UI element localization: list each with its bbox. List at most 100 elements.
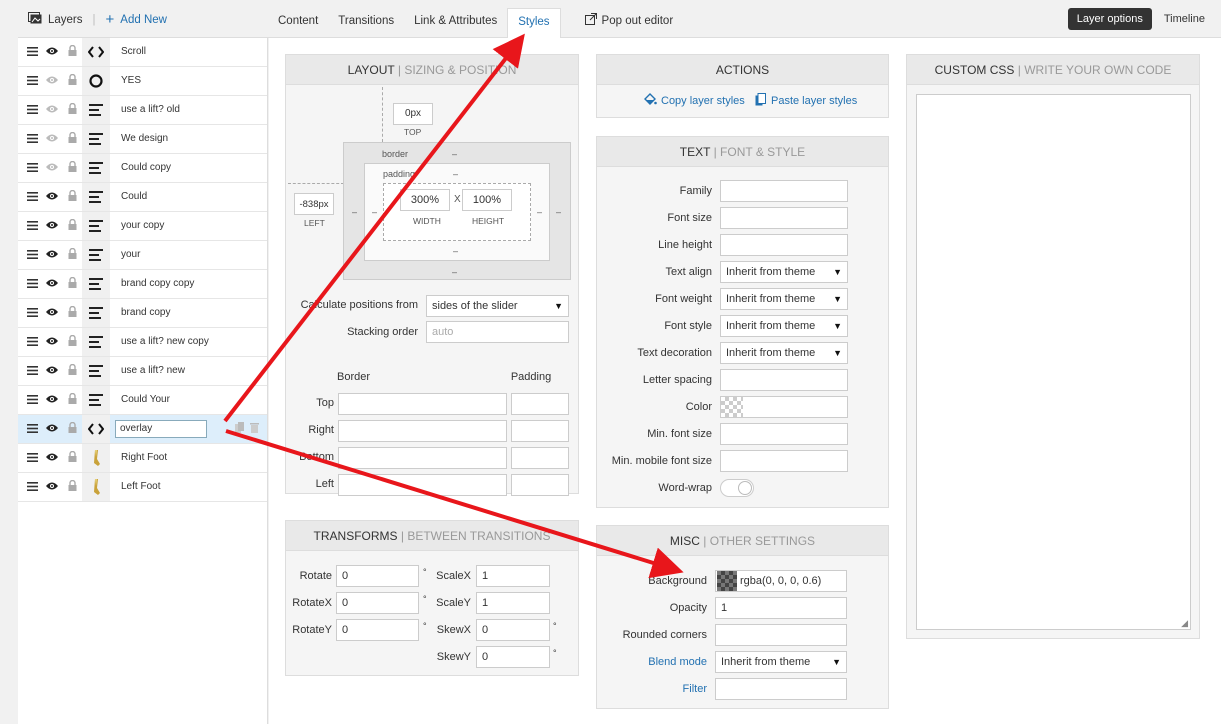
eye-icon[interactable] [44, 103, 60, 117]
lock-icon[interactable] [64, 334, 80, 349]
drag-handle-icon[interactable] [24, 335, 40, 349]
background-input[interactable]: rgba(0, 0, 0, 0.6) [715, 570, 847, 592]
eye-icon[interactable] [44, 422, 60, 436]
layer-row[interactable]: Scroll [18, 38, 267, 67]
left-input[interactable]: -838px [294, 193, 334, 215]
drag-handle-icon[interactable] [24, 103, 40, 117]
layer-row[interactable]: brand copy copy [18, 270, 267, 299]
border-left-value[interactable]: – [352, 207, 357, 217]
eye-icon[interactable] [44, 393, 60, 407]
plus-icon[interactable]: + [106, 12, 115, 27]
padding-right-value[interactable]: – [537, 207, 542, 217]
border-top-input[interactable] [338, 393, 507, 415]
eye-icon[interactable] [44, 74, 60, 88]
border-top-value[interactable]: – [452, 149, 457, 159]
drag-handle-icon[interactable] [24, 277, 40, 291]
border-right-input[interactable] [338, 420, 507, 442]
width-input[interactable]: 300% [400, 189, 450, 211]
pop-out-editor-button[interactable]: Pop out editor [575, 8, 684, 34]
resize-handle-icon[interactable]: ◢ [1181, 618, 1188, 629]
tab-transitions[interactable]: Transitions [328, 8, 404, 34]
line-height-input[interactable] [720, 234, 848, 256]
eye-icon[interactable] [44, 480, 60, 494]
lock-icon[interactable] [64, 247, 80, 262]
lock-icon[interactable] [64, 73, 80, 88]
calc-positions-select[interactable]: sides of the slider ▼ [426, 295, 569, 317]
layer-row[interactable]: Left Foot [18, 473, 267, 502]
duplicate-icon[interactable] [235, 422, 244, 436]
font-size-input[interactable] [720, 207, 848, 229]
skewx-input[interactable]: 0 [476, 619, 550, 641]
blend-mode-link[interactable]: Blend mode [597, 656, 707, 668]
eye-icon[interactable] [44, 277, 60, 291]
lock-icon[interactable] [64, 131, 80, 146]
rounded-corners-input[interactable] [715, 624, 847, 646]
drag-handle-icon[interactable] [24, 45, 40, 59]
layer-row[interactable]: brand copy [18, 299, 267, 328]
layer-options-button[interactable]: Layer options [1067, 8, 1152, 30]
drag-handle-icon[interactable] [24, 74, 40, 88]
height-input[interactable]: 100% [462, 189, 512, 211]
layer-row[interactable]: your copy [18, 212, 267, 241]
lock-icon[interactable] [64, 363, 80, 378]
layer-row[interactable]: YES [18, 67, 267, 96]
lock-icon[interactable] [64, 218, 80, 233]
drag-handle-icon[interactable] [24, 393, 40, 407]
layer-row[interactable]: Could [18, 183, 267, 212]
eye-icon[interactable] [44, 132, 60, 146]
border-bottom-input[interactable] [338, 447, 507, 469]
word-wrap-toggle[interactable] [720, 479, 754, 497]
rotate-input[interactable]: 0 [336, 565, 419, 587]
background-color-swatch[interactable] [717, 571, 737, 591]
tab-content[interactable]: Content [268, 8, 328, 34]
lock-icon[interactable] [64, 160, 80, 175]
layer-row[interactable]: Right Foot [18, 444, 267, 473]
eye-icon[interactable] [44, 45, 60, 59]
layer-row[interactable]: overlay [18, 415, 267, 444]
top-input[interactable]: 0px [393, 103, 433, 125]
min-font-size-input[interactable] [720, 423, 848, 445]
font-weight-select[interactable]: Inherit from theme ▼ [720, 288, 848, 310]
drag-handle-icon[interactable] [24, 451, 40, 465]
skewy-input[interactable]: 0 [476, 646, 550, 668]
layer-row[interactable]: Could Your [18, 386, 267, 415]
filter-link[interactable]: Filter [597, 683, 707, 695]
lock-icon[interactable] [64, 421, 80, 436]
blend-mode-select[interactable]: Inherit from theme ▼ [715, 651, 847, 673]
scaley-input[interactable]: 1 [476, 592, 550, 614]
letter-spacing-input[interactable] [720, 369, 848, 391]
drag-handle-icon[interactable] [24, 219, 40, 233]
eye-icon[interactable] [44, 364, 60, 378]
padding-left-input[interactable] [511, 474, 569, 496]
lock-icon[interactable] [64, 450, 80, 465]
eye-icon[interactable] [44, 190, 60, 204]
trash-icon[interactable] [250, 422, 259, 436]
border-right-value[interactable]: – [556, 207, 561, 217]
layer-row[interactable]: use a lift? new copy [18, 328, 267, 357]
tab-styles[interactable]: Styles [507, 8, 561, 39]
drag-handle-icon[interactable] [24, 306, 40, 320]
color-swatch[interactable] [721, 397, 743, 417]
timeline-button[interactable]: Timeline [1158, 8, 1211, 30]
eye-icon[interactable] [44, 219, 60, 233]
min-mobile-font-size-input[interactable] [720, 450, 848, 472]
drag-handle-icon[interactable] [24, 248, 40, 262]
lock-icon[interactable] [64, 305, 80, 320]
padding-top-input[interactable] [511, 393, 569, 415]
add-new-button[interactable]: Add New [120, 14, 167, 26]
padding-right-input[interactable] [511, 420, 569, 442]
tab-link-attributes[interactable]: Link & Attributes [404, 8, 507, 34]
text-align-select[interactable]: Inherit from theme ▼ [720, 261, 848, 283]
drag-handle-icon[interactable] [24, 161, 40, 175]
layer-row[interactable]: We design [18, 125, 267, 154]
custom-css-textarea[interactable]: ◢ [916, 94, 1191, 630]
drag-handle-icon[interactable] [24, 190, 40, 204]
layer-row[interactable]: use a lift? old [18, 96, 267, 125]
padding-bottom-value[interactable]: – [453, 246, 458, 256]
color-input[interactable] [720, 396, 848, 418]
eye-icon[interactable] [44, 451, 60, 465]
padding-left-value[interactable]: – [372, 207, 377, 217]
eye-icon[interactable] [44, 248, 60, 262]
drag-handle-icon[interactable] [24, 422, 40, 436]
text-decoration-select[interactable]: Inherit from theme ▼ [720, 342, 848, 364]
